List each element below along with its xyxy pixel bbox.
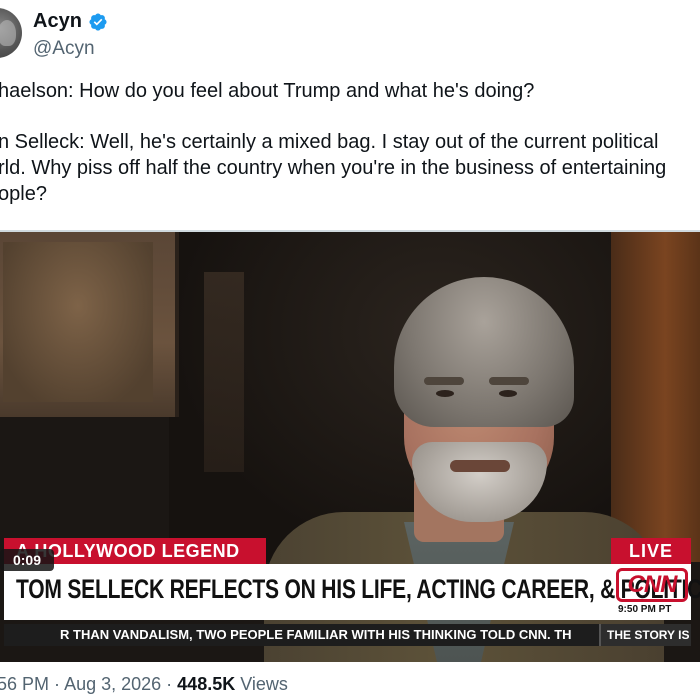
broadcast-time: 9:50 PM PT	[618, 604, 672, 615]
author-display-name[interactable]: Acyn	[33, 10, 82, 33]
background-lamp	[0, 232, 179, 417]
tweet-date[interactable]: Aug 3, 2026	[64, 674, 161, 694]
views-label: Views	[240, 674, 288, 694]
video-player[interactable]: A HOLLYWOOD LEGEND LIVE TOM SELLECK REFL…	[0, 230, 700, 662]
author-handle[interactable]: @Acyn	[33, 38, 95, 60]
tweet-line: haelson: How do you feel about Trump and…	[0, 80, 535, 102]
tweet-paragraph: n Selleck: Well, he's certainly a mixed …	[0, 129, 700, 207]
news-lower-third: A HOLLYWOOD LEGEND LIVE TOM SELLECK REFL…	[0, 532, 700, 662]
tweet-time[interactable]: 56 PM	[0, 674, 49, 694]
tweet-paragraph: haelson: How do you feel about Trump and…	[0, 78, 700, 104]
tweet-line: ople?	[0, 183, 47, 205]
author-avatar[interactable]	[0, 8, 22, 58]
news-ticker: R THAN VANDALISM, TWO PEOPLE FAMILIAR WI…	[4, 624, 691, 646]
separator-dot: ·	[54, 674, 65, 694]
tweet-metadata: 56 PM · Aug 3, 2026 · 448.5K Views	[0, 674, 288, 695]
news-headline: TOM SELLECK REFLECTS ON HIS LIFE, ACTING…	[16, 574, 700, 604]
headline-bar: TOM SELLECK REFLECTS ON HIS LIFE, ACTING…	[4, 564, 700, 620]
views-count[interactable]: 448.5K	[177, 674, 235, 694]
video-timer: 0:09	[0, 549, 54, 571]
separator-dot: ·	[166, 674, 178, 694]
background-shadow	[204, 272, 244, 472]
tweet-line: rld. Why piss off half the country when …	[0, 157, 667, 179]
tweet-line: n Selleck: Well, he's certainly a mixed …	[0, 131, 659, 153]
ticker-end-label: THE STORY IS	[599, 624, 691, 646]
tweet-text: haelson: How do you feel about Trump and…	[0, 78, 700, 207]
ticker-text: R THAN VANDALISM, TWO PEOPLE FAMILIAR WI…	[60, 627, 572, 642]
cnn-logo: CNN	[616, 568, 688, 602]
author-name-row: Acyn	[33, 10, 108, 33]
verified-badge-icon	[88, 12, 108, 32]
live-badge: LIVE	[611, 538, 691, 564]
